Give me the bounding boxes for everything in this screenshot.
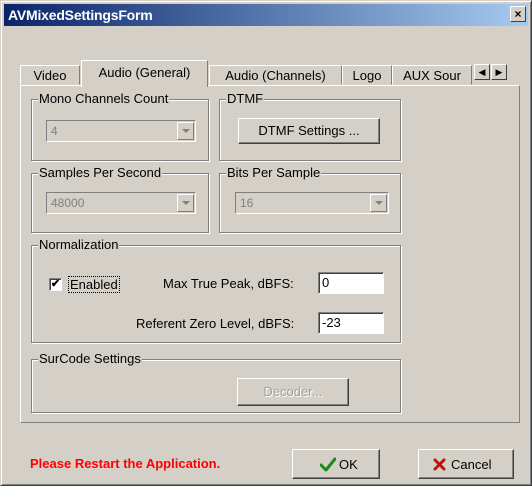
bits-per-sample-label: Bits Per Sample (226, 165, 322, 180)
surcode-label: SurCode Settings (38, 351, 142, 366)
bits-per-sample-group: Bits Per Sample 16 (219, 165, 401, 233)
max-true-peak-label: Max True Peak, dBFS: (163, 276, 294, 291)
referent-zero-input[interactable]: -23 (318, 312, 384, 334)
samples-per-second-group: Samples Per Second 48000 (31, 165, 209, 233)
chevron-down-icon[interactable] (177, 194, 194, 212)
check-icon: ✔ (50, 278, 61, 290)
cancel-button[interactable]: Cancel (418, 449, 514, 479)
max-true-peak-input[interactable]: 0 (318, 272, 384, 294)
title-bar[interactable]: AVMixedSettingsForm × (4, 4, 528, 26)
tab-logo[interactable]: Logo (342, 65, 392, 85)
tab-strip: Video Audio (General) Audio (Channels) L… (20, 60, 520, 87)
mono-channels-select[interactable]: 4 (46, 120, 196, 142)
window-title: AVMixedSettingsForm (8, 7, 153, 23)
chevron-down-icon[interactable] (370, 194, 387, 212)
x-icon (433, 458, 446, 471)
mono-channels-value: 4 (51, 124, 58, 138)
mono-channels-label: Mono Channels Count (38, 91, 170, 106)
tab-audio-general[interactable]: Audio (General) (81, 60, 208, 87)
ok-button[interactable]: OK (292, 449, 380, 479)
tab-scroll-left-icon[interactable]: ◀ (474, 64, 490, 80)
samples-per-second-label: Samples Per Second (38, 165, 163, 180)
normalization-group: Normalization ✔ Enabled Max True Peak, d… (31, 237, 401, 343)
bits-per-sample-value: 16 (240, 196, 254, 210)
tab-video[interactable]: Video (20, 65, 80, 85)
dtmf-group: DTMF DTMF Settings ... (219, 91, 401, 161)
ok-label: OK (339, 457, 358, 472)
restart-warning: Please Restart the Application. (30, 456, 221, 471)
enabled-label[interactable]: Enabled (68, 276, 120, 293)
normalization-label: Normalization (38, 237, 120, 252)
samples-per-second-select[interactable]: 48000 (46, 192, 196, 214)
close-button[interactable]: × (510, 6, 526, 22)
tab-scroll-right-icon[interactable]: ▶ (491, 64, 507, 80)
mono-channels-group: Mono Channels Count 4 (31, 91, 209, 161)
check-icon (320, 457, 336, 472)
tab-aux-source[interactable]: AUX Sour (392, 65, 472, 85)
dtmf-settings-button[interactable]: DTMF Settings ... (238, 118, 380, 144)
referent-zero-label: Referent Zero Level, dBFS: (136, 316, 295, 331)
samples-per-second-value: 48000 (51, 196, 85, 210)
chevron-down-icon[interactable] (177, 122, 194, 140)
enabled-checkbox[interactable]: ✔ (49, 278, 62, 291)
settings-window: AVMixedSettingsForm × Video Audio (Gener… (0, 0, 532, 486)
dtmf-label: DTMF (226, 91, 265, 106)
bits-per-sample-select[interactable]: 16 (235, 192, 389, 214)
tab-audio-channels[interactable]: Audio (Channels) (209, 65, 342, 85)
decoder-button[interactable]: Decoder... (237, 378, 349, 406)
cancel-label: Cancel (451, 457, 492, 472)
surcode-group: SurCode Settings Decoder... (31, 351, 401, 413)
